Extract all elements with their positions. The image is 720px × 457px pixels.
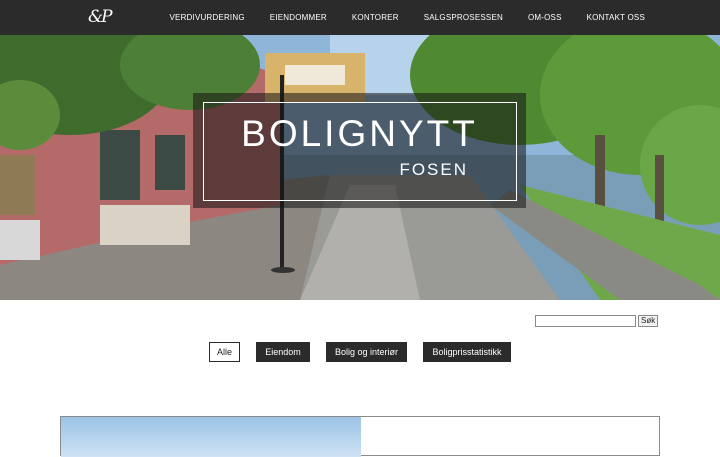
- nav-item-kontorer[interactable]: KONTORER: [352, 13, 399, 22]
- hero-title: BOLIGNYTT: [241, 113, 478, 154]
- top-navigation-bar: &P VERDIVURDERING EIENDOMMER KONTORER SA…: [0, 0, 720, 35]
- article-card[interactable]: [60, 416, 660, 457]
- filter-all[interactable]: Alle: [209, 342, 240, 362]
- hero-title-box: BOLIGNYTT FOSEN: [193, 93, 526, 208]
- nav-item-om-oss[interactable]: OM-OSS: [528, 13, 562, 22]
- search-button[interactable]: Søk: [638, 315, 659, 327]
- main-nav: VERDIVURDERING EIENDOMMER KONTORER SALGS…: [145, 0, 646, 35]
- search-input[interactable]: [535, 315, 636, 327]
- nav-item-eiendommer[interactable]: EIENDOMMER: [270, 13, 327, 22]
- article-card-image: [61, 417, 361, 457]
- hero-subtitle: FOSEN: [399, 160, 468, 179]
- filter-bolig-og-interior[interactable]: Bolig og interiør: [326, 342, 407, 362]
- category-filters: Alle Eiendom Bolig og interiør Boligpris…: [0, 342, 720, 362]
- nav-item-verdivurdering[interactable]: VERDIVURDERING: [170, 13, 245, 22]
- site-logo[interactable]: &P: [88, 3, 113, 31]
- hero-banner: BOLIGNYTT FOSEN: [0, 35, 720, 300]
- nav-item-salgsprosessen[interactable]: SALGSPROSESSEN: [424, 13, 503, 22]
- filter-boligprisstatistikk[interactable]: Boligprisstatistikk: [423, 342, 511, 362]
- filter-eiendom[interactable]: Eiendom: [256, 342, 310, 362]
- search-form: Søk: [535, 315, 659, 327]
- nav-item-kontakt-oss[interactable]: KONTAKT OSS: [587, 13, 645, 22]
